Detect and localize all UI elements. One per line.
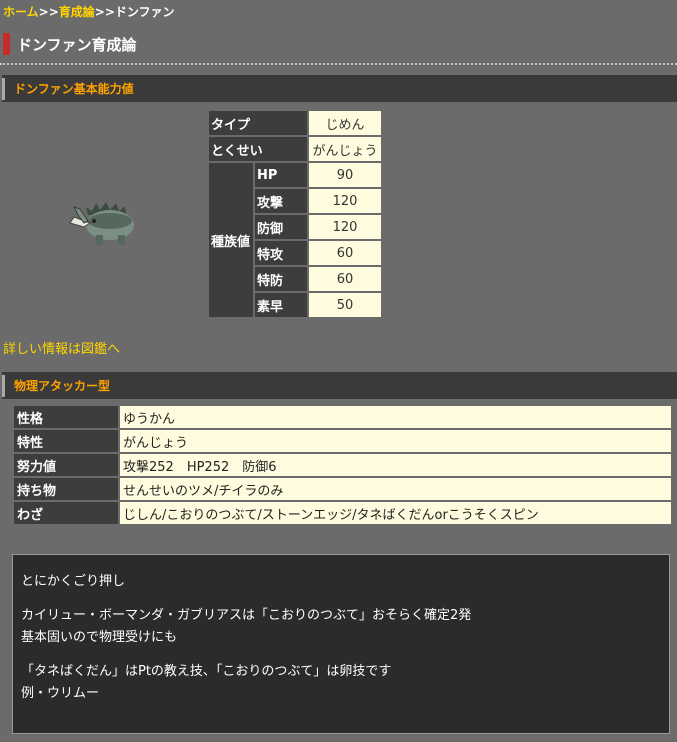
stat-value: 60 — [309, 267, 381, 291]
nature-label: 性格 — [14, 406, 118, 428]
ability-label: 特性 — [14, 430, 118, 452]
stat-value: 120 — [309, 189, 381, 213]
table-row: タイプ じめん — [209, 111, 381, 135]
breadcrumb-separator: >> — [94, 5, 115, 19]
comment-paragraph: 「タネばくだん」はPtの教え技、「こおりのつぶて」は卵技です 例・ウリムー — [21, 664, 392, 701]
breadcrumb-guide-link[interactable]: 育成論 — [59, 5, 95, 19]
table-row: とくせい がんじょう — [209, 137, 381, 161]
pokedex-detail-link[interactable]: 詳しい情報は図鑑へ — [3, 338, 120, 357]
dotted-divider — [0, 63, 677, 65]
base-stats-table: タイプ じめん とくせい がんじょう 種族値 HP 90 攻撃 120 防御 1… — [207, 109, 383, 319]
stat-name: 特防 — [255, 267, 307, 291]
evs-label: 努力値 — [14, 454, 118, 476]
build-table: 性格 ゆうかん 特性 がんじょう 努力値 攻撃252 HP252 防御6 持ち物… — [12, 404, 673, 526]
title-accent-bar — [3, 33, 10, 55]
stat-name: 攻撃 — [255, 189, 307, 213]
comment-paragraph: カイリュー・ボーマンダ・ガブリアスは「こおりのつぶて」おそらく確定2発 基本固い… — [21, 608, 472, 645]
stat-name: 特攻 — [255, 241, 307, 265]
table-row: わざ じしん/こおりのつぶて/ストーンエッジ/タネばくだんorこうそくスピン — [14, 502, 671, 524]
donphan-sprite-image — [69, 202, 134, 245]
stat-name: 防御 — [255, 215, 307, 239]
table-row: 持ち物 せんせいのツメ/チイラのみ — [14, 478, 671, 500]
stat-value: 120 — [309, 215, 381, 239]
section-title: 物理アタッカー型 — [14, 379, 111, 393]
held-item-value: せんせいのツメ/チイラのみ — [120, 478, 671, 500]
table-row: 特性 がんじょう — [14, 430, 671, 452]
ability-value: がんじょう — [309, 137, 381, 161]
table-row: 種族値 HP 90 — [209, 163, 381, 317]
held-item-label: 持ち物 — [14, 478, 118, 500]
breadcrumb-home-link[interactable]: ホーム — [3, 5, 39, 19]
comment-paragraph: とにかくごり押し — [21, 574, 126, 589]
ability-label: とくせい — [209, 137, 307, 161]
build-comment-box: とにかくごり押し カイリュー・ボーマンダ・ガブリアスは「こおりのつぶて」おそらく… — [12, 554, 670, 734]
nature-value: ゆうかん — [120, 406, 671, 428]
moves-value: じしん/こおりのつぶて/ストーンエッジ/タネばくだんorこうそくスピン — [120, 502, 671, 524]
breadcrumb-separator: >> — [38, 5, 59, 19]
stat-name: 素早 — [255, 293, 307, 317]
section-marker — [2, 374, 5, 397]
type-label: タイプ — [209, 111, 307, 135]
stat-name: HP — [255, 163, 307, 187]
section-marker — [2, 77, 5, 100]
section-header-build: 物理アタッカー型 — [2, 372, 677, 399]
table-row: 性格 ゆうかん — [14, 406, 671, 428]
ability-value: がんじょう — [120, 430, 671, 452]
moves-label: わざ — [14, 502, 118, 524]
table-row: 努力値 攻撃252 HP252 防御6 — [14, 454, 671, 476]
stat-value: 60 — [309, 241, 381, 265]
type-value: じめん — [309, 111, 381, 135]
page-title-text: ドンファン育成論 — [17, 35, 137, 54]
breadcrumb: ホーム>>育成論>>ドンファン — [3, 3, 175, 20]
page-title: ドンファン育成論 — [0, 31, 677, 57]
stat-value: 50 — [309, 293, 381, 317]
evs-value: 攻撃252 HP252 防御6 — [120, 454, 671, 476]
section-header-base-stats: ドンファン基本能力値 — [2, 75, 677, 102]
section-title: ドンファン基本能力値 — [14, 82, 134, 96]
stat-value: 90 — [309, 163, 381, 187]
base-stats-label: 種族値 — [209, 163, 253, 317]
breadcrumb-current: ドンファン — [114, 5, 175, 19]
